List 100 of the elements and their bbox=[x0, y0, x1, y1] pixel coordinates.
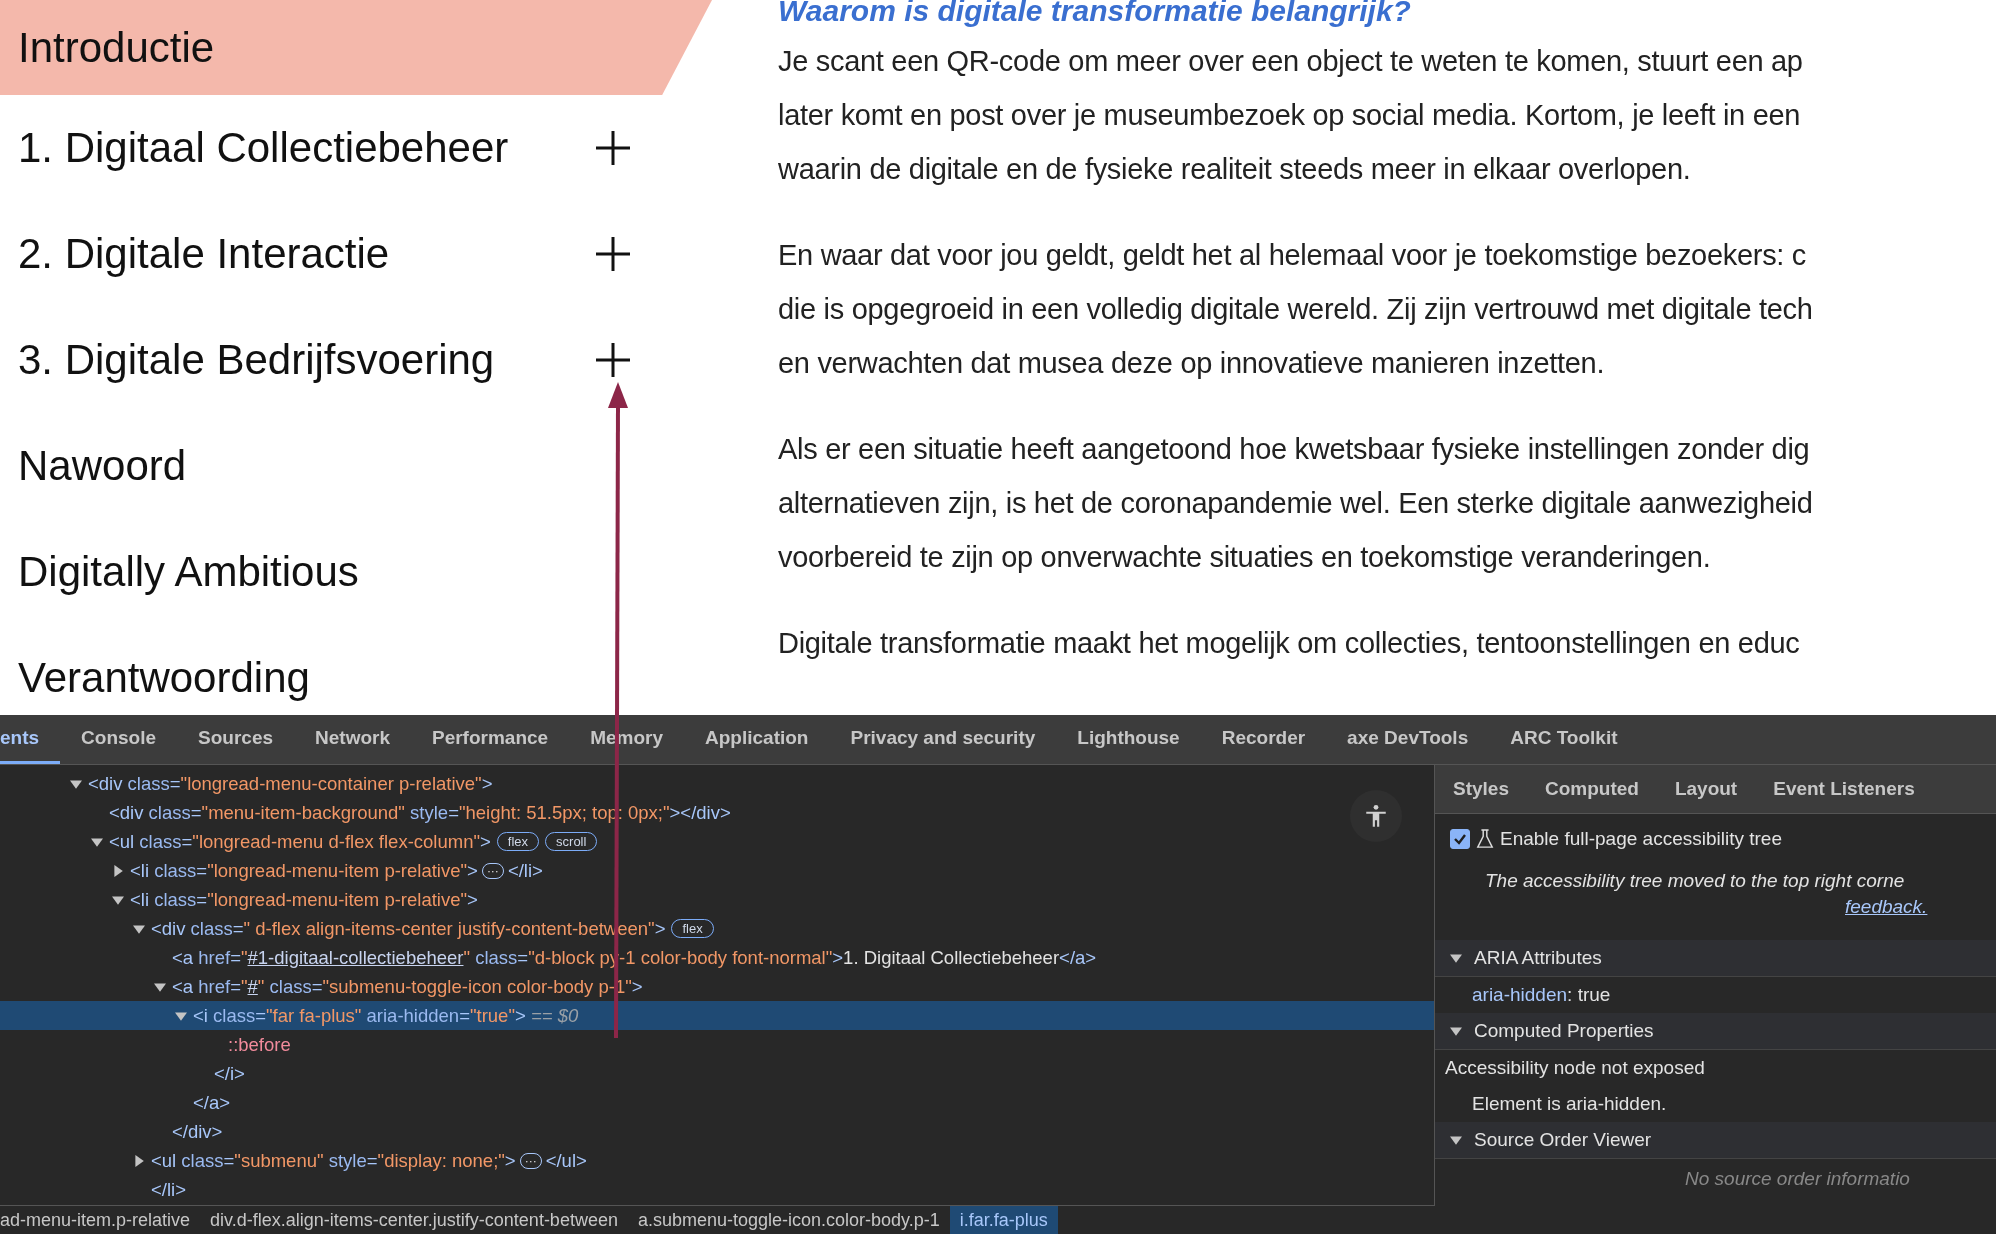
section-header[interactable]: Source Order Viewer bbox=[1435, 1122, 1996, 1159]
menu-item[interactable]: 3. Digitale Bedrijfsvoering bbox=[18, 336, 495, 384]
code-token: </li> bbox=[507, 859, 543, 882]
code-token: class bbox=[147, 801, 191, 824]
expand-arrow-icon[interactable] bbox=[112, 864, 124, 877]
devtools-tab[interactable]: Console bbox=[60, 715, 178, 764]
code-token: > bbox=[467, 888, 478, 911]
code-token: " bbox=[240, 946, 248, 969]
code-token: <a bbox=[172, 975, 194, 998]
breadcrumb[interactable]: div.d-flex.align-items-center.justify-content-between bbox=[200, 1206, 628, 1234]
breadcrumb[interactable]: ad-menu-item.p-relative bbox=[0, 1206, 201, 1234]
code-token: == $0 bbox=[529, 1004, 579, 1027]
code-token: </i> bbox=[214, 1062, 245, 1085]
body-text: waarin de digitale en de fysieke realiteit steeds meer in elkaar overlopen. bbox=[778, 152, 1692, 187]
menu-item[interactable]: Nawoord bbox=[18, 442, 187, 490]
person-icon bbox=[1363, 803, 1389, 829]
plus-icon[interactable] bbox=[596, 237, 630, 271]
devtools-tab[interactable]: Performance bbox=[411, 715, 570, 764]
devtools-tab[interactable]: Network bbox=[294, 715, 411, 764]
code-token: = bbox=[230, 975, 241, 998]
code-token: # bbox=[247, 975, 258, 998]
expand-arrow-icon[interactable] bbox=[175, 1009, 187, 1022]
section-title: Computed Properties bbox=[1474, 1020, 1654, 1042]
expand-arrow-icon[interactable] bbox=[70, 777, 82, 790]
code-token: = bbox=[169, 772, 181, 795]
menu-item[interactable]: 2. Digitale Interactie bbox=[18, 230, 390, 278]
devtools-tab[interactable]: ents bbox=[0, 715, 61, 764]
code-token: "submenu" bbox=[234, 1149, 324, 1172]
feedback-link[interactable]: feedback. bbox=[1845, 896, 1928, 917]
code-token: <div bbox=[109, 801, 144, 824]
code-token: class bbox=[138, 830, 182, 853]
code-token: class bbox=[180, 1149, 224, 1172]
expand-arrow-icon[interactable] bbox=[112, 893, 124, 906]
code-token: > bbox=[480, 830, 491, 853]
breadcrumb[interactable]: a.submenu-toggle-icon.color-body.p-1 bbox=[627, 1206, 950, 1234]
sidebar-tab[interactable]: Styles bbox=[1435, 765, 1527, 813]
section-title: ARIA Attributes bbox=[1474, 947, 1602, 969]
body-text: Als er een situatie heeft aangetoond hoe kwetsbaar fysieke instellingen zonder dig bbox=[778, 432, 1811, 467]
code-token: <a bbox=[172, 946, 194, 969]
code-token: class bbox=[126, 772, 170, 795]
code-token: <i bbox=[193, 1004, 208, 1027]
info-note: The accessibility tree moved to the top right corne bbox=[1484, 870, 1906, 892]
devtools-tab[interactable]: Privacy and security bbox=[829, 715, 1057, 764]
devtools-tab[interactable]: axe DevTools bbox=[1326, 715, 1490, 764]
attribute-name: aria-hidden bbox=[1472, 984, 1568, 1006]
body-text: voorbereid te zijn op onverwachte situaties en toekomstige veranderingen. bbox=[778, 540, 1712, 575]
code-token: = bbox=[223, 1149, 235, 1172]
code-token: = bbox=[196, 888, 208, 911]
section-header[interactable]: Computed Properties bbox=[1435, 1013, 1996, 1050]
plus-icon[interactable] bbox=[596, 131, 630, 165]
sidebar-tab[interactable]: Event Listeners bbox=[1755, 765, 1933, 813]
code-token: = bbox=[190, 801, 202, 824]
sidebar-tab[interactable]: Computed bbox=[1527, 765, 1657, 813]
expand-arrow-icon[interactable] bbox=[133, 1154, 145, 1167]
code-token: = bbox=[230, 946, 241, 969]
checkbox[interactable] bbox=[1450, 829, 1470, 849]
devtools-tab[interactable]: Recorder bbox=[1200, 715, 1327, 764]
code-token: class bbox=[268, 975, 312, 998]
plus-icon[interactable] bbox=[596, 343, 630, 377]
menu-item[interactable]: Digitally Ambitious bbox=[18, 548, 359, 596]
accessibility-button[interactable] bbox=[1350, 790, 1402, 842]
devtools-tab[interactable]: ARC Toolkit bbox=[1489, 715, 1639, 764]
code-token: <li bbox=[130, 859, 150, 882]
expand-arrow-icon[interactable] bbox=[1450, 1025, 1462, 1037]
menu-item[interactable]: Introductie bbox=[18, 23, 215, 72]
expand-arrow-icon[interactable] bbox=[133, 922, 145, 935]
expand-arrow-icon[interactable] bbox=[91, 835, 103, 848]
attribute-value: : true bbox=[1567, 984, 1611, 1006]
code-token: = bbox=[448, 801, 459, 824]
sidebar-tab[interactable]: Layout bbox=[1656, 765, 1756, 813]
code-token: #1-digitaal-collectiebeheer bbox=[247, 946, 464, 969]
menu-item[interactable]: 1. Digitaal Collectiebeheer bbox=[18, 124, 509, 172]
selected-dom-row[interactable]: <i class="far fa-plus" aria-hidden="true"> == $0 bbox=[0, 1001, 1434, 1030]
property-text: Element is aria-hidden. bbox=[1472, 1093, 1667, 1115]
devtools-tab[interactable]: Lighthouse bbox=[1056, 715, 1201, 764]
devtools-tab[interactable]: Sources bbox=[177, 715, 294, 764]
code-token: style bbox=[327, 1149, 367, 1172]
section-title: Source Order Viewer bbox=[1474, 1129, 1652, 1151]
body-text: en verwachten dat musea deze op innovatieve manieren inzetten. bbox=[778, 346, 1606, 381]
expand-arrow-icon[interactable] bbox=[154, 980, 166, 993]
property-text: No source order informatio bbox=[1685, 1168, 1910, 1190]
menu-item[interactable]: Verantwoording bbox=[18, 654, 310, 702]
body-text: Digitale transformatie maakt het mogelijk om collecties, tentoonstellingen en educ bbox=[778, 626, 1801, 661]
code-token: "display: none;" bbox=[377, 1149, 505, 1172]
code-token: > bbox=[832, 946, 844, 969]
code-token: = bbox=[232, 917, 244, 940]
breadcrumb[interactable]: i.far.fa-plus bbox=[949, 1206, 1058, 1234]
expand-arrow-icon[interactable] bbox=[1450, 1134, 1462, 1146]
expand-arrow-icon[interactable] bbox=[1450, 952, 1462, 964]
code-token: aria-hidden bbox=[365, 1004, 460, 1027]
section-header[interactable]: ARIA Attributes bbox=[1435, 940, 1996, 977]
code-token: <ul bbox=[151, 1149, 177, 1172]
code-token: <ul bbox=[109, 830, 135, 853]
code-token: "longread-menu d-flex flex-column" bbox=[192, 830, 480, 853]
code-token: "longread-menu-container p-relative" bbox=[180, 772, 482, 795]
code-token: href bbox=[197, 946, 231, 969]
property-text: Accessibility node not exposed bbox=[1445, 1057, 1705, 1079]
devtools-tab[interactable]: Application bbox=[684, 715, 830, 764]
checkbox-label: Enable full-page accessibility tree bbox=[1500, 828, 1782, 850]
code-token: = bbox=[181, 830, 193, 853]
